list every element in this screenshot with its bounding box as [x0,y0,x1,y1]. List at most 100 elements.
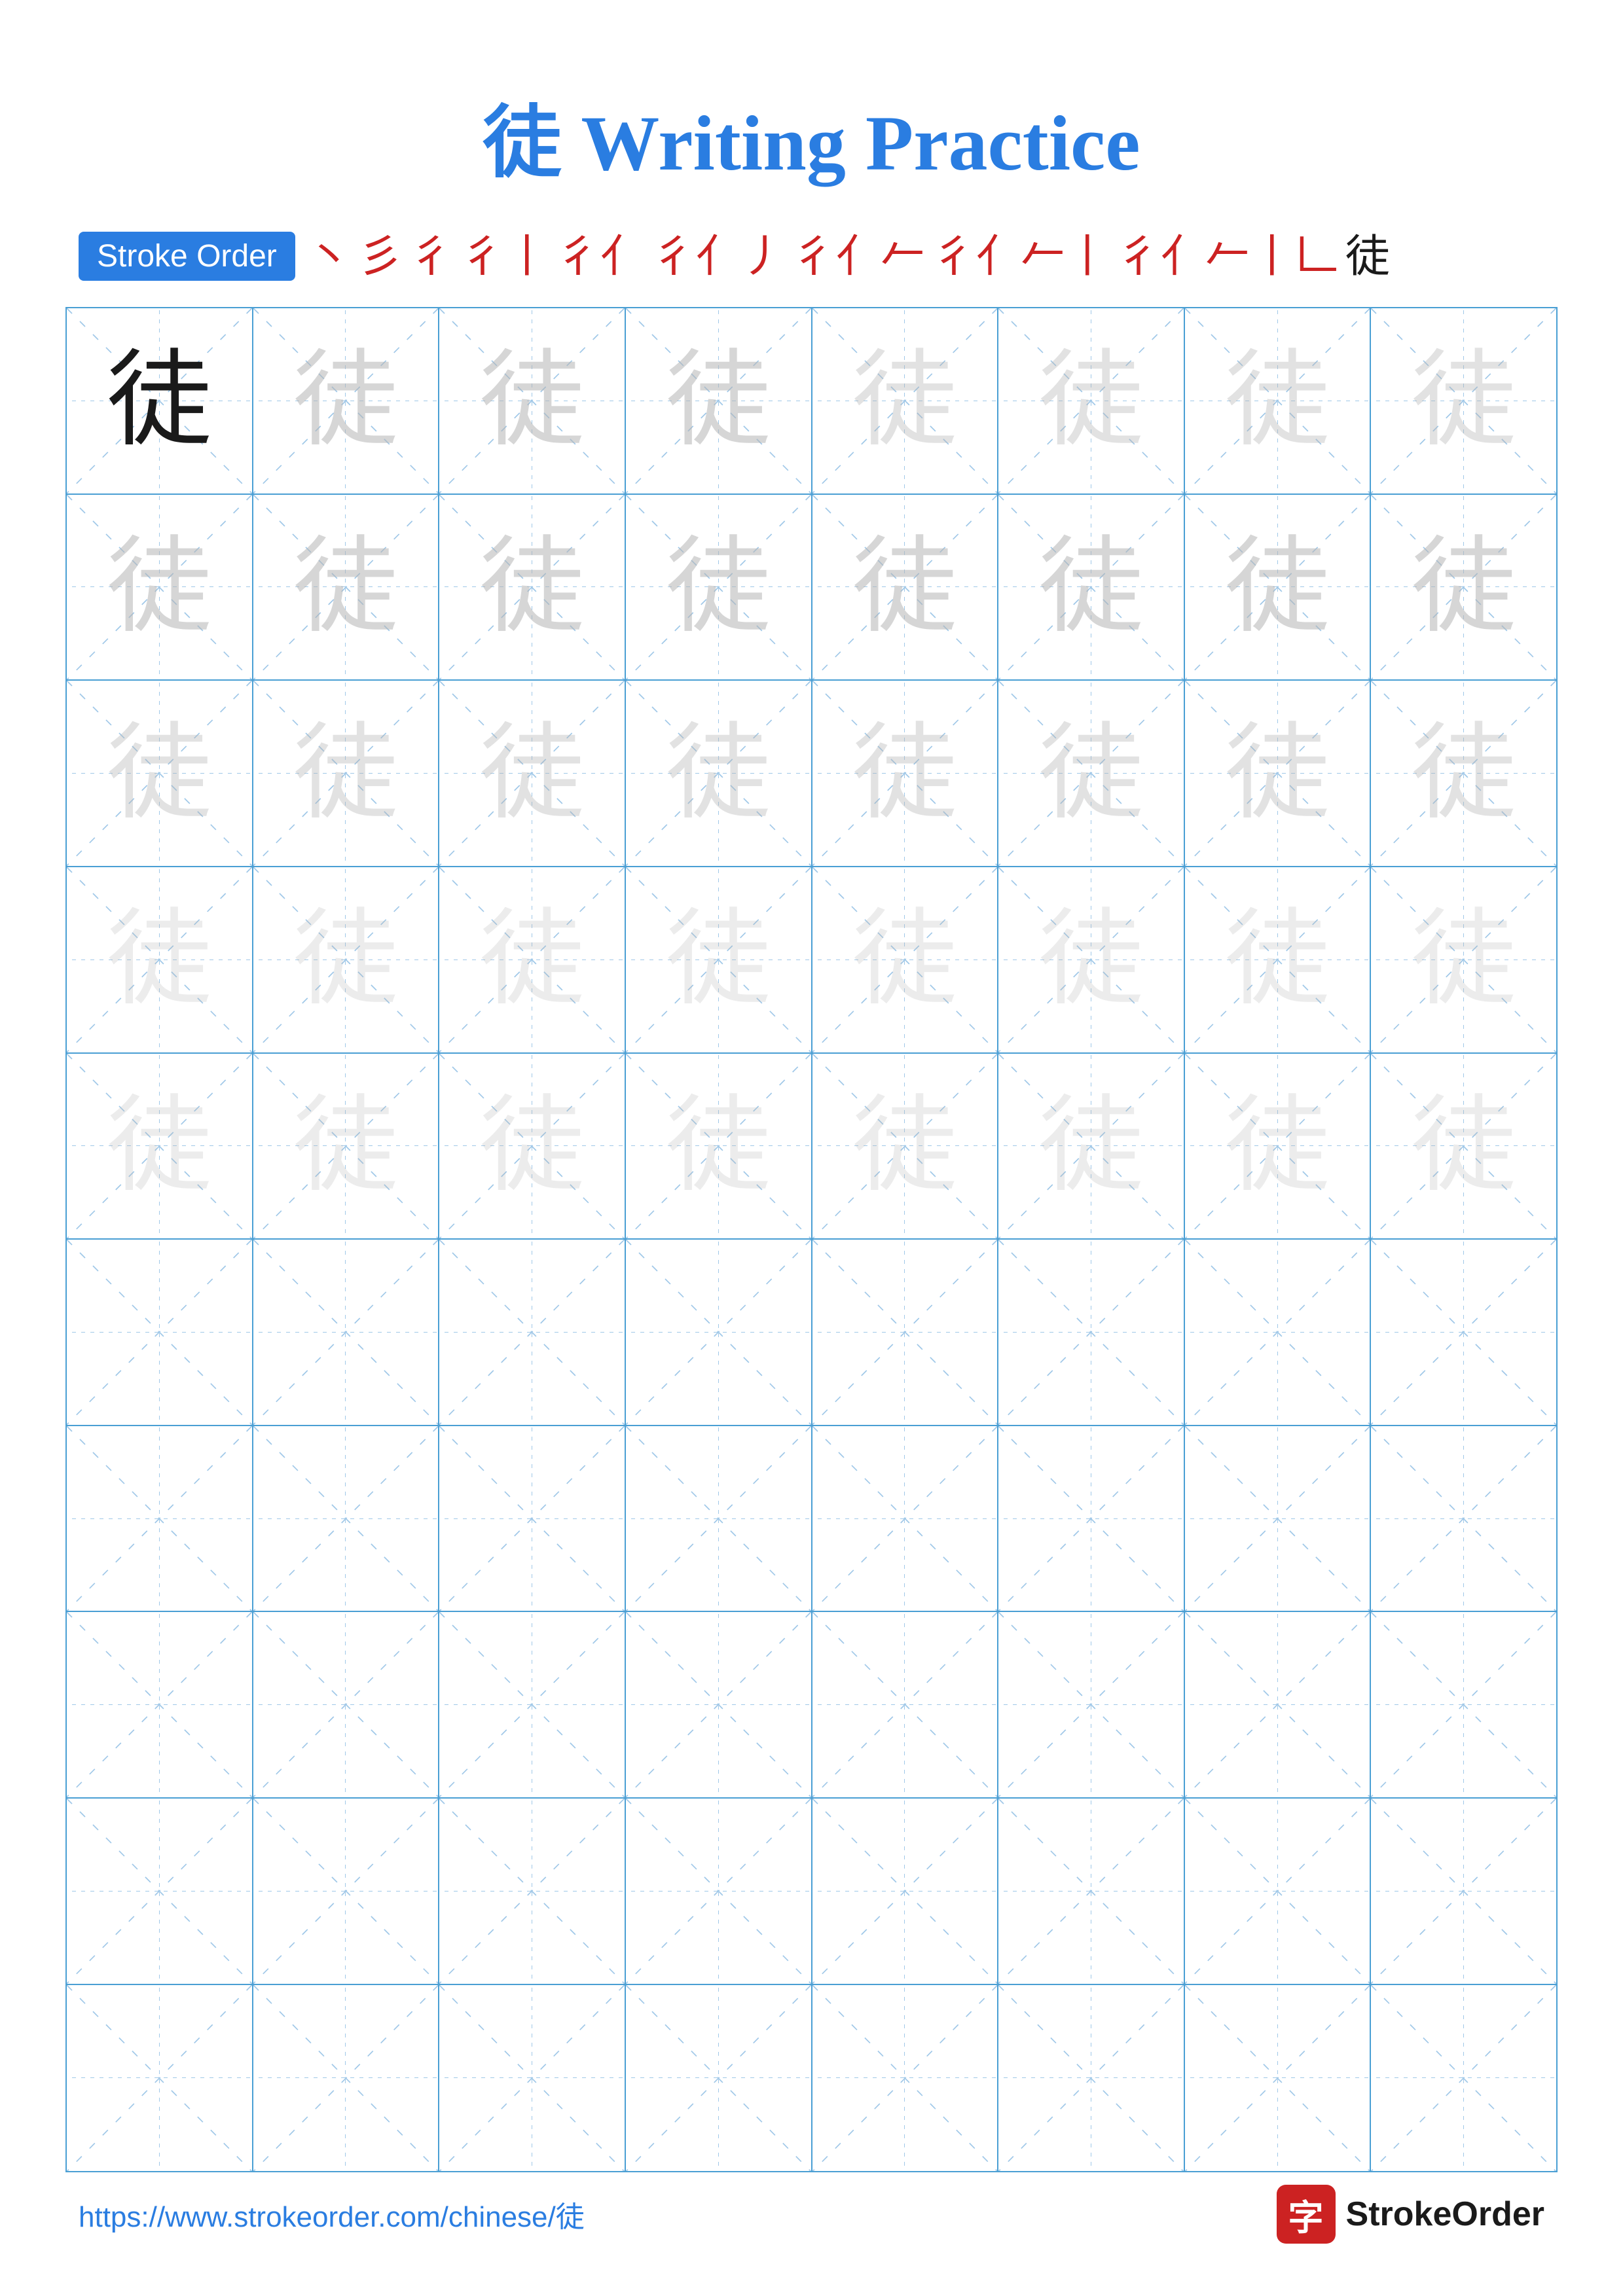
grid-cell-6-6[interactable] [1185,1426,1372,1613]
grid-cell-6-7[interactable] [1371,1426,1556,1613]
grid-row-7[interactable] [67,1612,1556,1799]
grid-cell-8-7[interactable] [1371,1799,1556,1985]
grid-cell-5-4[interactable] [812,1240,999,1426]
grid-row-1[interactable]: 徒 徒 徒 徒 徒 徒 徒 徒 [67,495,1556,681]
grid-cell-1-6[interactable]: 徒 [1185,495,1372,681]
grid-cell-7-1[interactable] [253,1612,440,1799]
grid-cell-1-2[interactable]: 徒 [439,495,626,681]
grid-cell-3-6[interactable]: 徒 [1185,867,1372,1054]
grid-cell-6-3[interactable] [626,1426,812,1613]
practice-character: 徒 [107,907,211,1012]
writing-grid[interactable]: 徒 徒 徒 徒 徒 徒 徒 徒 徒 徒 [65,307,1558,2172]
grid-cell-3-3[interactable]: 徒 [626,867,812,1054]
grid-cell-3-4[interactable]: 徒 [812,867,999,1054]
grid-row-5[interactable] [67,1240,1556,1426]
grid-cell-0-5[interactable]: 徒 [998,308,1185,495]
practice-character: 徒 [293,1094,398,1198]
grid-cell-6-0[interactable] [67,1426,253,1613]
grid-cell-2-4[interactable]: 徒 [812,681,999,867]
grid-cell-4-2[interactable]: 徒 [439,1054,626,1240]
grid-cell-4-6[interactable]: 徒 [1185,1054,1372,1240]
practice-character: 徒 [107,721,211,826]
grid-cell-0-2[interactable]: 徒 [439,308,626,495]
grid-cell-1-5[interactable]: 徒 [998,495,1185,681]
practice-character: 徒 [852,535,957,639]
grid-cell-4-3[interactable]: 徒 [626,1054,812,1240]
grid-cell-0-3[interactable]: 徒 [626,308,812,495]
grid-cell-8-2[interactable] [439,1799,626,1985]
grid-cell-5-5[interactable] [998,1240,1185,1426]
grid-cell-9-0[interactable] [67,1985,253,2172]
grid-cell-7-3[interactable] [626,1612,812,1799]
grid-cell-8-4[interactable] [812,1799,999,1985]
grid-cell-3-1[interactable]: 徒 [253,867,440,1054]
grid-cell-8-6[interactable] [1185,1799,1372,1985]
grid-cell-6-4[interactable] [812,1426,999,1613]
grid-cell-3-0[interactable]: 徒 [67,867,253,1054]
grid-cell-3-7[interactable]: 徒 [1371,867,1556,1054]
grid-cell-2-3[interactable]: 徒 [626,681,812,867]
grid-cell-7-6[interactable] [1185,1612,1372,1799]
grid-cell-2-0[interactable]: 徒 [67,681,253,867]
grid-cell-1-0[interactable]: 徒 [67,495,253,681]
practice-character: 徒 [852,907,957,1012]
grid-cell-9-4[interactable] [812,1985,999,2172]
practice-character: 徒 [666,348,771,453]
grid-cell-2-2[interactable]: 徒 [439,681,626,867]
grid-row-4[interactable]: 徒 徒 徒 徒 徒 徒 徒 徒 [67,1054,1556,1240]
grid-cell-2-7[interactable]: 徒 [1371,681,1556,867]
grid-cell-7-4[interactable] [812,1612,999,1799]
grid-cell-9-5[interactable] [998,1985,1185,2172]
grid-cell-0-1[interactable]: 徒 [253,308,440,495]
grid-cell-7-7[interactable] [1371,1612,1556,1799]
grid-cell-8-1[interactable] [253,1799,440,1985]
grid-cell-3-2[interactable]: 徒 [439,867,626,1054]
grid-cell-9-1[interactable] [253,1985,440,2172]
grid-cell-0-0[interactable]: 徒 [67,308,253,495]
grid-cell-5-2[interactable] [439,1240,626,1426]
practice-character: 徒 [107,535,211,639]
grid-cell-5-0[interactable] [67,1240,253,1426]
grid-cell-8-0[interactable] [67,1799,253,1985]
grid-cell-5-3[interactable] [626,1240,812,1426]
grid-cell-7-0[interactable] [67,1612,253,1799]
grid-cell-7-2[interactable] [439,1612,626,1799]
practice-character: 徒 [1038,348,1143,453]
grid-cell-1-1[interactable]: 徒 [253,495,440,681]
grid-row-0[interactable]: 徒 徒 徒 徒 徒 徒 徒 徒 [67,308,1556,495]
grid-cell-4-1[interactable]: 徒 [253,1054,440,1240]
grid-cell-6-1[interactable] [253,1426,440,1613]
grid-cell-4-5[interactable]: 徒 [998,1054,1185,1240]
grid-cell-6-2[interactable] [439,1426,626,1613]
grid-cell-4-0[interactable]: 徒 [67,1054,253,1240]
grid-cell-3-5[interactable]: 徒 [998,867,1185,1054]
grid-cell-7-5[interactable] [998,1612,1185,1799]
grid-cell-2-1[interactable]: 徒 [253,681,440,867]
grid-row-9[interactable] [67,1985,1556,2172]
grid-row-3[interactable]: 徒 徒 徒 徒 徒 徒 徒 徒 [67,867,1556,1054]
grid-cell-9-3[interactable] [626,1985,812,2172]
grid-row-2[interactable]: 徒 徒 徒 徒 徒 徒 徒 徒 [67,681,1556,867]
grid-cell-6-5[interactable] [998,1426,1185,1613]
grid-row-8[interactable] [67,1799,1556,1985]
grid-cell-8-5[interactable] [998,1799,1185,1985]
grid-cell-4-4[interactable]: 徒 [812,1054,999,1240]
grid-cell-0-6[interactable]: 徒 [1185,308,1372,495]
grid-cell-4-7[interactable]: 徒 [1371,1054,1556,1240]
grid-cell-9-7[interactable] [1371,1985,1556,2172]
grid-cell-1-4[interactable]: 徒 [812,495,999,681]
grid-cell-2-5[interactable]: 徒 [998,681,1185,867]
grid-cell-8-3[interactable] [626,1799,812,1985]
grid-cell-1-7[interactable]: 徒 [1371,495,1556,681]
grid-cell-5-7[interactable] [1371,1240,1556,1426]
grid-cell-2-6[interactable]: 徒 [1185,681,1372,867]
grid-cell-0-4[interactable]: 徒 [812,308,999,495]
grid-cell-5-1[interactable] [253,1240,440,1426]
footer-url: https://www.strokeorder.com/chinese/徒 [79,2193,585,2235]
grid-cell-1-3[interactable]: 徒 [626,495,812,681]
grid-cell-9-2[interactable] [439,1985,626,2172]
grid-cell-5-6[interactable] [1185,1240,1372,1426]
grid-row-6[interactable] [67,1426,1556,1613]
grid-cell-9-6[interactable] [1185,1985,1372,2172]
grid-cell-0-7[interactable]: 徒 [1371,308,1556,495]
